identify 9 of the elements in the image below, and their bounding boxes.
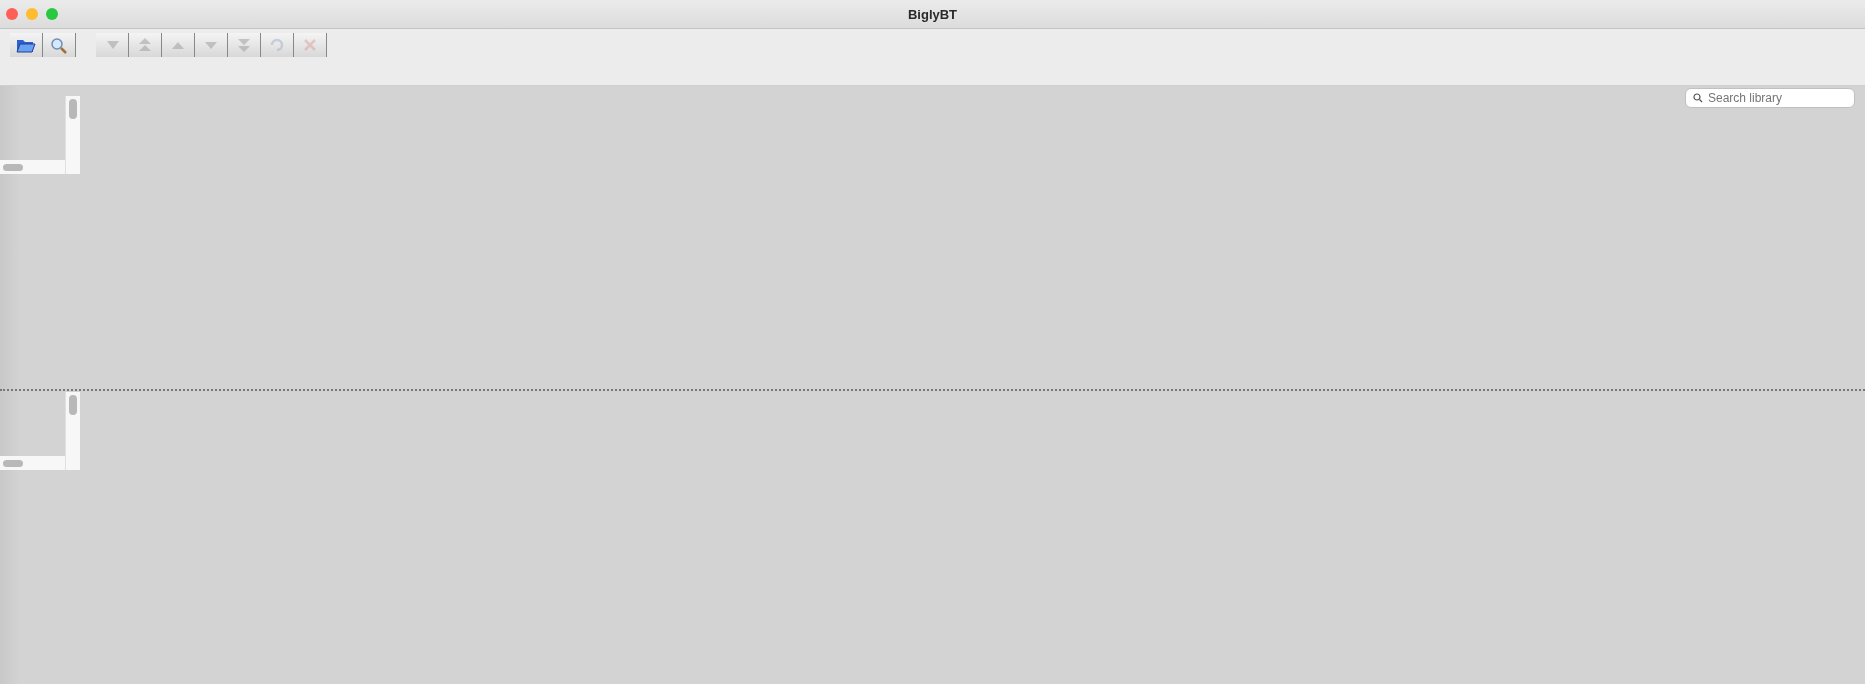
window-title: BiglyBT <box>907 6 958 22</box>
zoom-button[interactable] <box>46 8 58 20</box>
vertical-scrollbar[interactable] <box>65 391 80 470</box>
vertical-scrollbar[interactable] <box>65 96 80 174</box>
horizontal-scrollbar[interactable] <box>0 455 65 470</box>
horizontal-scrollbar[interactable] <box>0 160 65 174</box>
search-icon <box>1693 93 1703 103</box>
search-field[interactable]: Search library <box>1685 88 1855 108</box>
close-button[interactable] <box>6 8 18 20</box>
